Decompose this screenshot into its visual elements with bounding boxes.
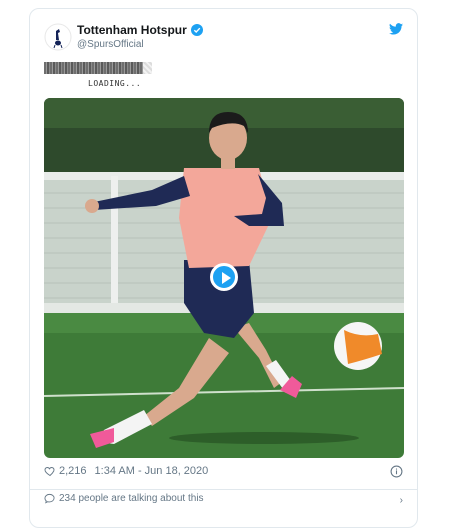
loading-bar-tail (143, 62, 152, 74)
tweet-header: Tottenham Hotspur @SpursOfficial (30, 9, 417, 59)
name-row: Tottenham Hotspur (77, 23, 203, 37)
conversation-link[interactable]: 234 people are talking about this (44, 493, 204, 504)
loading-text: LOADING... (88, 79, 142, 88)
info-icon[interactable] (390, 465, 403, 478)
fence-post (111, 176, 118, 316)
handle[interactable]: @SpursOfficial (77, 39, 144, 50)
verified-badge-icon (190, 24, 203, 36)
tweet-media[interactable] (44, 98, 404, 458)
display-name[interactable]: Tottenham Hotspur (77, 23, 187, 37)
chevron-right-icon[interactable]: › (400, 495, 403, 506)
like-count[interactable]: 2,216 (59, 465, 87, 477)
twitter-bird-icon[interactable] (389, 23, 403, 35)
comment-bubble-icon (44, 493, 55, 504)
tweet-meta: 2,216 1:34 AM - Jun 18, 2020 (44, 465, 208, 477)
avatar[interactable] (44, 23, 72, 51)
heart-icon[interactable] (44, 465, 56, 477)
loading-bar (44, 62, 152, 74)
conversation-text: 234 people are talking about this (59, 493, 204, 504)
timestamp[interactable]: 1:34 AM - Jun 18, 2020 (95, 465, 209, 477)
player-shadow (169, 432, 359, 444)
spurs-cockerel-logo (44, 23, 72, 51)
left-hand (85, 199, 99, 213)
divider (30, 489, 417, 490)
tweet-card: Tottenham Hotspur @SpursOfficial LOADING… (29, 8, 418, 528)
play-button[interactable] (210, 263, 238, 291)
